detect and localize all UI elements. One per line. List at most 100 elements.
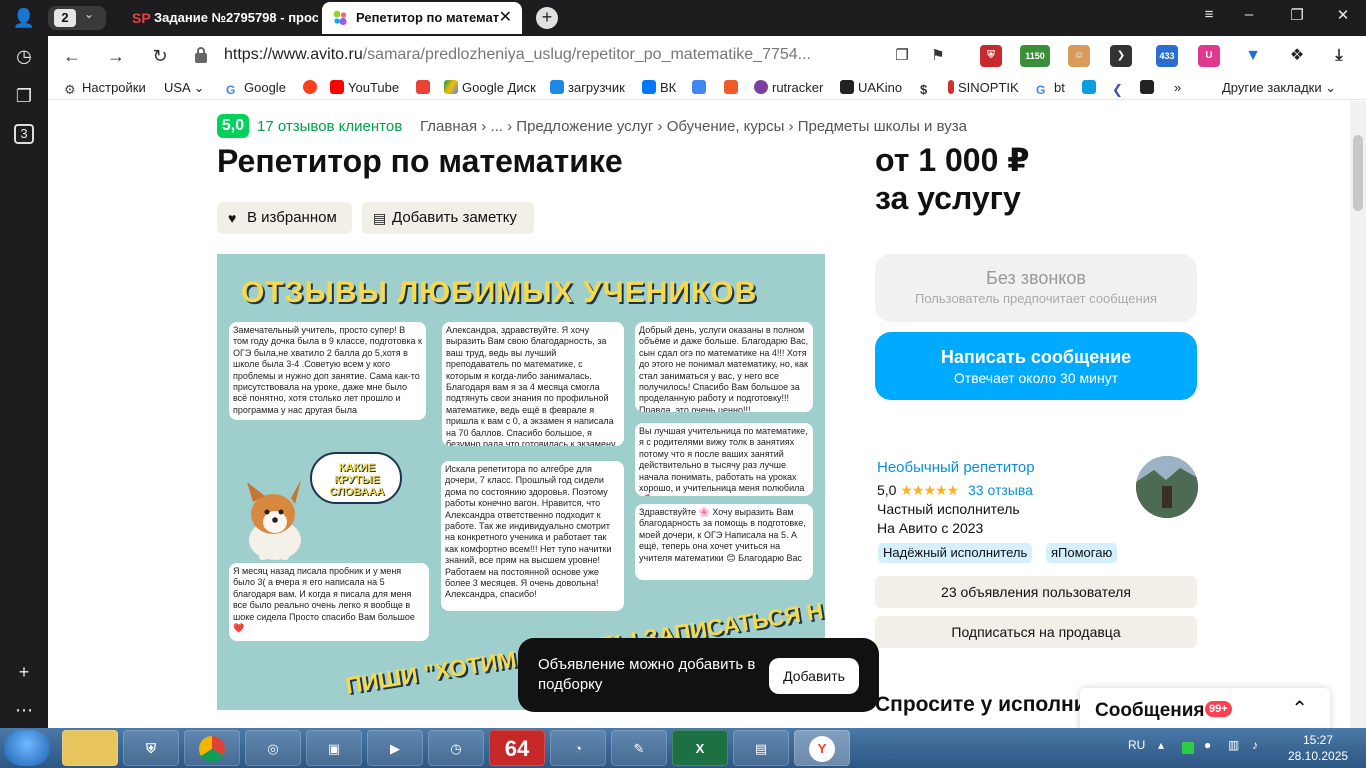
board-app-icon[interactable]: ▣ [306,730,362,766]
collections-icon[interactable]: ❐ [12,84,36,108]
crumb-ellipsis[interactable]: ... [490,118,503,135]
add-note-button[interactable]: ▤ Добавить заметку [362,202,534,234]
restore-icon[interactable]: ❐ [1282,6,1312,24]
address-bar[interactable]: https://www.avito.ru/samara/predlozheniy… [224,46,811,64]
ublock-ext-icon[interactable]: U [1198,45,1220,67]
user-listings-button[interactable]: 23 объявления пользователя [875,576,1197,608]
aida64-icon[interactable]: 64 [489,730,545,766]
bookmark-dollar[interactable]: $ [920,80,938,97]
seller-reviews-link[interactable]: 33 отзыва [968,482,1033,498]
network-app-icon[interactable]: ◎ [245,730,301,766]
tabs-group-icon[interactable]: 3 [14,124,34,144]
photo-heading: ОТЗЫВЫ ЛЮБИМЫХ УЧЕНИКОВ [241,276,758,309]
bookmark-loader[interactable]: загрузчик [550,80,625,95]
tray-app-icon[interactable]: ● [1204,738,1211,752]
yandex-browser-icon[interactable]: Y [794,730,850,766]
toast-add-button[interactable]: Добавить [769,658,859,694]
bookmark-google[interactable]: G Google [226,80,286,97]
bookmark-bt[interactable]: Gbt [1036,80,1065,97]
excel-icon[interactable]: X [672,730,728,766]
bookmark-gmail[interactable] [416,80,434,95]
bookmark-rutracker[interactable]: rutracker [754,80,823,95]
add-icon[interactable]: + [12,660,36,684]
helping-badge[interactable]: яПомогаю [1046,543,1118,563]
diamond-ext-icon[interactable]: ▼ [1242,45,1264,67]
crumb-education[interactable]: Обучение, курсы [667,118,785,135]
shield-ext-icon[interactable]: ⛨ [980,45,1002,67]
counter-ext-icon[interactable]: 1150 [1020,45,1050,67]
tray-green-icon[interactable] [1182,742,1194,754]
bookmark-translate[interactable] [692,80,710,95]
window-close-icon[interactable]: ✕ [1328,6,1358,24]
clock-app-icon[interactable]: ◷ [428,730,484,766]
chevron-up-icon[interactable]: ⌃ [1291,696,1308,721]
tab-avito[interactable]: Репетитор по математ ✕ [322,2,522,34]
chart-app-icon[interactable]: ◔ [550,730,606,766]
lock-icon[interactable] [194,46,208,64]
crumb-services[interactable]: Предложение услуг [516,118,653,135]
new-tab-button[interactable]: + [536,7,558,29]
bookmark-uakino[interactable]: UAKino [840,80,902,95]
heart-icon: ♥ [228,210,237,226]
start-button[interactable] [4,730,50,766]
puzzle-ext-icon[interactable]: ❖ [1286,45,1308,67]
favorite-button[interactable]: ♥ В избранном [217,202,352,234]
explorer-icon[interactable] [62,730,118,766]
reload-icon[interactable]: ↻ [148,44,172,68]
bookmark-yandex[interactable] [303,80,321,95]
write-message-button[interactable]: Написать сообщение Отвечает около 30 мин… [875,332,1197,400]
menu-icon[interactable]: ≡ [1194,6,1224,23]
tray-expand-icon[interactable]: ▴ [1158,738,1164,752]
tab-task-label: Задание №2795798 - прос [154,10,318,25]
volume-icon[interactable]: ♪ [1252,738,1258,752]
more-icon[interactable]: ⋯ [12,698,36,722]
copy-link-icon[interactable]: ❐ [890,44,914,68]
forward-icon[interactable]: → [104,44,128,68]
notes-app-icon[interactable]: ✎ [611,730,667,766]
avatar[interactable] [1136,456,1198,518]
seller-name-link[interactable]: Необычный репетитор [877,459,1035,476]
close-icon[interactable]: ✕ [499,2,512,34]
profile-icon[interactable]: 👤 [12,6,36,30]
bookmark-youtube[interactable]: YouTube [330,80,399,95]
chrome-icon[interactable] [184,730,240,766]
scrollbar-thumb[interactable] [1353,135,1363,211]
subscribe-button[interactable]: Подписаться на продавца [875,616,1197,648]
media-player-icon[interactable]: ▶ [367,730,423,766]
review-card: Искала репетитора по алгебре для дочери,… [441,461,624,611]
language-indicator[interactable]: RU [1128,738,1145,752]
bookmark-p[interactable] [1082,80,1100,95]
no-calls-button[interactable]: Без звонков Пользователь предпочитает со… [875,254,1197,322]
page-scrollbar[interactable] [1350,101,1366,728]
reviews-link[interactable]: 17 отзывов клиентов [257,118,402,135]
bookmark-f[interactable] [724,80,742,95]
bookmarks-overflow[interactable]: » [1174,80,1181,95]
bookmark-icon[interactable]: ⚑ [926,44,950,68]
calendar-ext-icon[interactable]: 433 [1156,45,1178,67]
system-clock[interactable]: 15:27 28.10.2025 [1288,732,1348,764]
cursor-ext-icon[interactable]: ❯ [1110,45,1132,67]
history-icon[interactable]: ◷ [12,44,36,68]
crumb-subjects[interactable]: Предметы школы и вуза [798,118,967,135]
crumb-home[interactable]: Главная [420,118,477,135]
tray-network-icon[interactable]: ▥ [1228,738,1239,752]
bookmark-usa[interactable]: USA ⌄ [164,80,205,96]
bookmark-drive[interactable]: Google Диск [444,80,536,95]
infinity-icon [550,80,564,94]
download-icon[interactable]: ⤓ [1328,45,1350,67]
bookmark-arrow[interactable]: ❮ [1112,80,1130,97]
task-manager-icon[interactable]: ▤ [733,730,789,766]
bookmark-settings[interactable]: ⚙ Настройки [64,80,146,97]
messages-widget[interactable]: Сообщения 99+ ⌃ [1080,688,1330,728]
bookmark-bc[interactable] [1140,80,1158,95]
shield-app-icon[interactable]: ⛨ [123,730,179,766]
bookmark-vk[interactable]: ВК [642,80,676,95]
tab-task[interactable]: SP Задание №2795798 - прос [120,2,318,34]
minimize-icon[interactable]: – [1234,6,1264,23]
bookmark-sinoptik[interactable]: SINOPTIK [948,80,1019,95]
back-icon[interactable]: ← [60,44,84,68]
reliable-badge[interactable]: Надёжный исполнитель [878,543,1033,563]
face-ext-icon[interactable]: ☺ [1068,45,1090,67]
other-bookmarks[interactable]: Другие закладки ⌄ [1222,80,1336,96]
tab-counter[interactable]: 2 ⌄ [48,6,106,30]
